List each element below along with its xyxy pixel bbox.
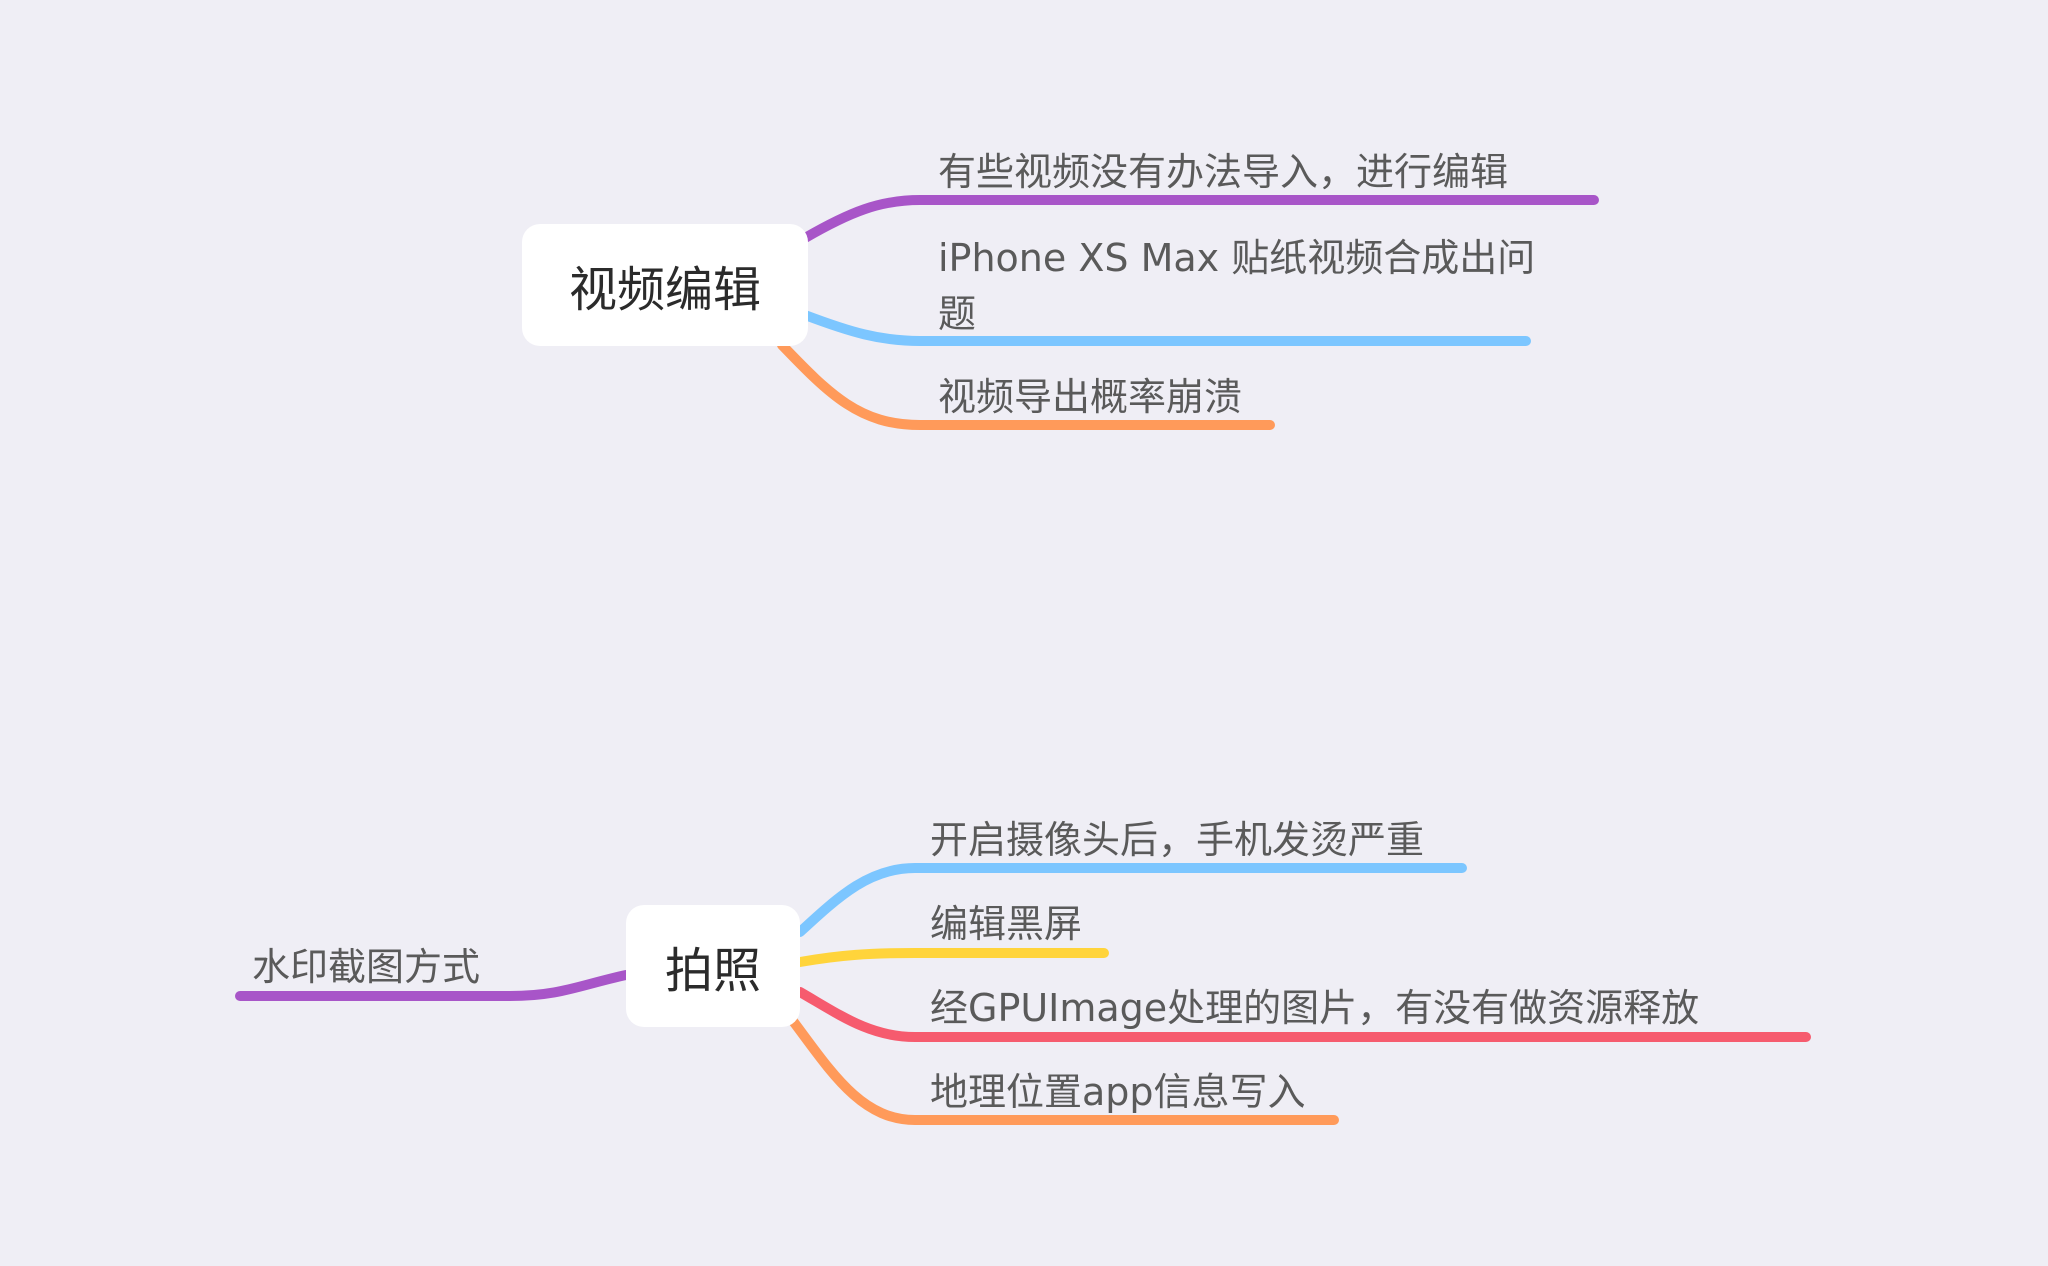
subtopic-export-crash[interactable]: 视频导出概率崩溃	[938, 369, 1242, 425]
subtopic-label: 开启摄像头后，手机发烫严重	[930, 818, 1425, 862]
subtopic-label: 有些视频没有办法导入，进行编辑	[938, 150, 1509, 194]
topic-photo-label: 拍照	[664, 943, 761, 999]
subtopic-gpuimage-release[interactable]: 经GPUImage处理的图片，有没有做资源释放	[930, 980, 1699, 1036]
topic-video-editing-label: 视频编辑	[568, 262, 761, 318]
subtopic-video-import-issue[interactable]: 有些视频没有办法导入，进行编辑	[938, 144, 1508, 200]
subtopic-edit-black-screen[interactable]: 编辑黑屏	[930, 896, 1082, 952]
subtopic-camera-overheat[interactable]: 开启摄像头后，手机发烫严重	[930, 812, 1424, 868]
subtopic-label: 水印截图方式	[252, 945, 481, 989]
subtopic-sticker-video-issue[interactable]: iPhone XS Max 贴纸视频合成出问题	[938, 230, 1538, 342]
subtopic-label: iPhone XS Max 贴纸视频合成出问题	[938, 236, 1536, 336]
topic-video-editing[interactable]: 视频编辑	[522, 224, 808, 346]
topic-photo[interactable]: 拍照	[626, 905, 800, 1027]
subtopic-watermark-screenshot[interactable]: 水印截图方式	[252, 939, 480, 995]
connector-photo-2	[795, 948, 1109, 967]
mind-map-canvas: 视频编辑 有些视频没有办法导入，进行编辑 iPhone XS Max 贴纸视频合…	[0, 0, 2048, 1266]
subtopic-label: 地理位置app信息写入	[930, 1070, 1306, 1114]
subtopic-label: 视频导出概率崩溃	[938, 375, 1243, 419]
connector-photo-1	[795, 863, 1467, 937]
subtopic-geo-app-info[interactable]: 地理位置app信息写入	[930, 1064, 1306, 1120]
subtopic-label: 经GPUImage处理的图片，有没有做资源释放	[930, 986, 1700, 1030]
subtopic-label: 编辑黑屏	[930, 902, 1083, 946]
